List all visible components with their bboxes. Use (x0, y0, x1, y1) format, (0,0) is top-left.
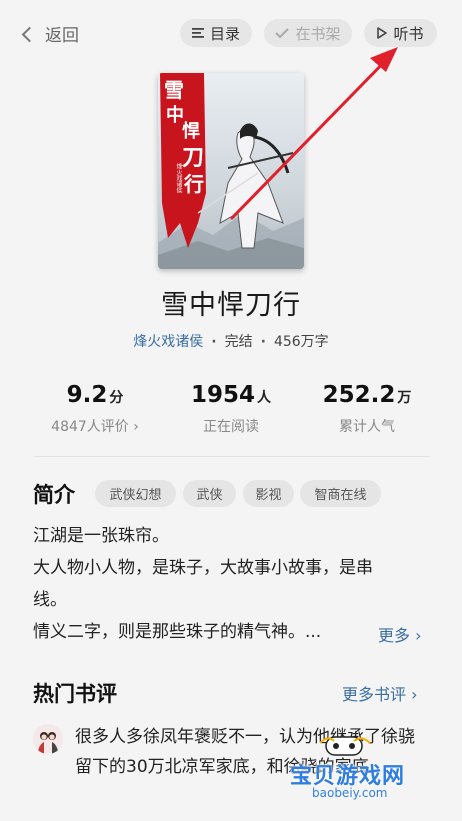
book-cover[interactable]: 烽火戏诸侯 雪 中 悍 刀 行 (158, 73, 304, 269)
separator-dot: · (260, 334, 266, 350)
readers-value: 1954 (190, 382, 255, 408)
readers-stat: 1954 人 正在阅读 (154, 382, 308, 436)
tag-film[interactable]: 影视 (243, 480, 294, 507)
rating-value: 9.2 (66, 382, 108, 408)
intro-more-link[interactable]: 更多 › (378, 622, 422, 646)
toc-label: 目录 (209, 24, 240, 43)
popularity-label: 累计人气 (339, 419, 395, 435)
more-reviews-link[interactable]: 更多书评 › (342, 681, 418, 705)
intro-heading: 简介 (33, 483, 75, 507)
readers-unit: 人 (257, 390, 271, 406)
play-icon (377, 27, 388, 39)
on-shelf-button[interactable]: 在书架 (264, 19, 352, 47)
svg-text:刀: 刀 (182, 145, 204, 171)
check-icon (275, 27, 290, 39)
tag-smart[interactable]: 智商在线 (300, 480, 381, 507)
tag-wuxia[interactable]: 武侠 (183, 480, 236, 507)
list-icon (191, 27, 204, 39)
cover-author-small: 烽火戏诸侯 (175, 162, 182, 194)
listen-button[interactable]: 听书 (364, 19, 437, 47)
reviews-heading: 热门书评 (33, 682, 117, 706)
popularity-value: 252.2 (322, 382, 396, 408)
word-count: 456万字 (273, 334, 329, 350)
intro-line: 江湖是一张珠帘。 (33, 526, 169, 546)
svg-text:悍: 悍 (182, 120, 200, 142)
chevron-left-icon (21, 26, 38, 42)
listen-label: 听书 (393, 24, 424, 43)
divider (34, 456, 430, 457)
top-bar: 返回 目录 在书架 听书 (0, 0, 462, 68)
book-meta: 烽火戏诸侯 · 完结 · 456万字 (0, 331, 462, 351)
book-title: 雪中悍刀行 (161, 290, 301, 321)
on-shelf-label: 在书架 (295, 24, 341, 43)
readers-label: 正在阅读 (203, 419, 259, 435)
separator-dot: · (211, 334, 217, 350)
rating-stat[interactable]: 9.2 分 4847人评价 › (18, 382, 172, 436)
svg-text:行: 行 (183, 172, 204, 196)
watermark-url: baobeiy.com (312, 786, 388, 800)
book-status: 完结 (224, 334, 253, 350)
rating-count-link[interactable]: 4847人评价 › (18, 416, 172, 436)
intro-line: 情义二字，则是那些珠子的精气神。... (33, 622, 322, 642)
toc-button[interactable]: 目录 (180, 19, 252, 47)
avatar[interactable] (33, 724, 63, 754)
intro-text: 江湖是一张珠帘。 大人物小人物，是珠子，大故事小故事，是串线。 情义二字，则是那… (33, 520, 393, 648)
author-link[interactable]: 烽火戏诸侯 (133, 334, 203, 350)
intro-line: 大人物小人物，是珠子，大故事小故事，是串线。 (33, 558, 373, 610)
popularity-unit: 万 (397, 390, 412, 406)
tag-wuxia-fantasy[interactable]: 武侠幻想 (95, 480, 176, 507)
svg-text:雪: 雪 (164, 78, 184, 102)
popularity-stat: 252.2 万 累计人气 (290, 382, 444, 436)
back-label: 返回 (45, 26, 79, 46)
back-button[interactable]: 返回 (21, 21, 79, 46)
rating-unit: 分 (109, 390, 124, 406)
